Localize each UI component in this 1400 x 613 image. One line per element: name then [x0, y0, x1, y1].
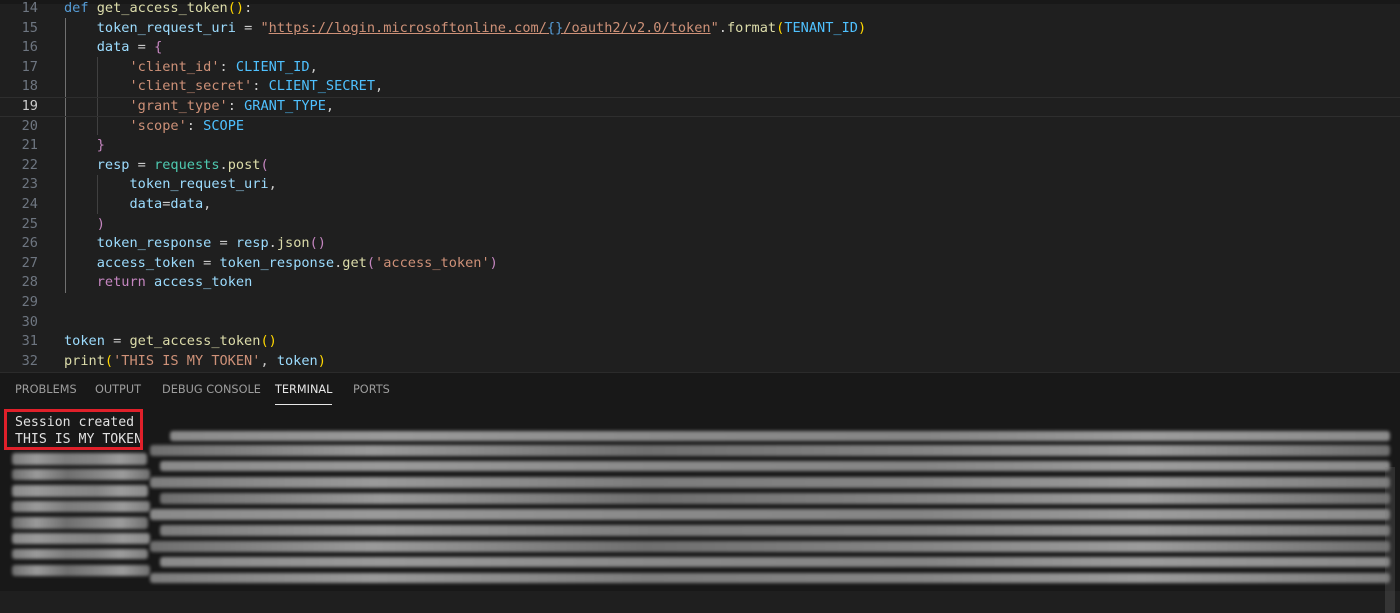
code-line[interactable]: 18 'client_secret': CLIENT_SECRET, — [0, 77, 1400, 97]
line-number: 20 — [21, 117, 38, 134]
code-text[interactable]: resp = requests.post( — [64, 156, 269, 176]
tab-debug-console[interactable]: DEBUG CONSOLE — [162, 383, 261, 396]
code-line[interactable]: 14 def get_access_token(): — [0, 0, 1400, 19]
bottom-panel: PROBLEMS OUTPUT DEBUG CONSOLE TERMINAL P… — [0, 372, 1400, 613]
redacted-text-block — [12, 517, 148, 529]
terminal-output[interactable]: Session created THIS IS MY TOKEN — [0, 409, 1400, 613]
code-line[interactable]: 20 'scope': SCOPE — [0, 117, 1400, 137]
redacted-text-block — [150, 477, 1390, 488]
code-text[interactable]: data = { — [64, 38, 163, 58]
code-line[interactable]: 23 token_request_uri, — [0, 175, 1400, 195]
line-number: 30 — [21, 313, 38, 330]
line-number: 18 — [21, 78, 38, 95]
redacted-text-block — [160, 557, 1390, 567]
code-text[interactable]: data=data, — [64, 195, 211, 215]
line-number: 22 — [21, 156, 38, 173]
redacted-text-block — [12, 565, 150, 576]
line-number: 21 — [21, 137, 38, 154]
line-number: 29 — [21, 294, 38, 310]
code-text[interactable]: token_request_uri = "https://login.micro… — [64, 19, 866, 39]
code-text[interactable]: token_response = resp.json() — [64, 234, 326, 254]
line-number: 16 — [21, 39, 38, 56]
code-text[interactable]: 'client_id': CLIENT_ID, — [64, 58, 317, 78]
code-text[interactable]: ) — [64, 215, 105, 235]
line-number: 25 — [21, 215, 38, 232]
code-text[interactable]: access_token = token_response.get('acces… — [64, 254, 498, 274]
redacted-text-block — [150, 541, 1390, 552]
terminal-scrollbar[interactable] — [1385, 467, 1395, 613]
code-line[interactable]: 25 ) — [0, 215, 1400, 235]
code-line[interactable]: 28 return access_token — [0, 273, 1400, 293]
line-number: 23 — [21, 176, 38, 193]
line-number: 14 — [21, 0, 38, 16]
code-text[interactable]: 'grant_type': GRANT_TYPE, — [64, 97, 334, 117]
code-line[interactable]: 15 token_request_uri = "https://login.mi… — [0, 19, 1400, 39]
redacted-text-block — [150, 509, 1390, 520]
line-number: 28 — [21, 274, 38, 291]
redacted-text-block — [12, 501, 150, 512]
tab-output[interactable]: OUTPUT — [95, 383, 141, 396]
code-line[interactable]: 31 token = get_access_token() — [0, 332, 1400, 352]
line-number: 32 — [21, 352, 38, 369]
line-number: 31 — [21, 333, 38, 350]
redacted-text-block — [150, 573, 1390, 583]
line-number: 26 — [21, 235, 38, 252]
code-line[interactable]: 26 token_response = resp.json() — [0, 234, 1400, 254]
tab-terminal[interactable]: TERMINAL — [275, 383, 333, 405]
tab-ports[interactable]: PORTS — [353, 383, 390, 396]
redacted-text-block — [160, 525, 1390, 536]
redacted-text-block — [12, 549, 148, 559]
redacted-text-block — [12, 453, 147, 465]
code-text[interactable]: 'client_secret': CLIENT_SECRET, — [64, 77, 383, 97]
code-line[interactable]: 22 resp = requests.post( — [0, 156, 1400, 176]
redacted-text-block — [170, 431, 1390, 441]
line-number: 27 — [21, 254, 38, 271]
panel-tabs: PROBLEMS OUTPUT DEBUG CONSOLE TERMINAL P… — [0, 373, 1400, 409]
redacted-text-block — [160, 461, 1390, 471]
code-line[interactable]: 27 access_token = token_response.get('ac… — [0, 254, 1400, 274]
code-line[interactable]: 29 — [0, 293, 1400, 313]
code-line[interactable]: 21 } — [0, 136, 1400, 156]
code-text[interactable]: print('THIS IS MY TOKEN', token) — [64, 352, 326, 372]
code-line[interactable]: 19 'grant_type': GRANT_TYPE, — [0, 97, 1400, 117]
line-number: 19 — [21, 98, 38, 114]
code-line[interactable]: 16 data = { — [0, 38, 1400, 58]
line-number: 17 — [21, 58, 38, 75]
code-text[interactable]: token = get_access_token() — [64, 332, 277, 352]
redacted-text-block — [12, 533, 150, 544]
code-text[interactable]: } — [64, 136, 105, 156]
code-text[interactable]: def get_access_token(): — [64, 0, 252, 19]
redacted-text-block — [160, 493, 1390, 504]
redacted-text-block — [150, 445, 1390, 456]
line-number: 15 — [21, 19, 38, 36]
code-editor[interactable]: 14 def get_access_token(): 15 token_reques… — [0, 0, 1400, 372]
line-number: 24 — [21, 196, 38, 212]
code-text[interactable]: token_request_uri, — [64, 175, 276, 195]
code-line[interactable]: 30 — [0, 313, 1400, 333]
code-text[interactable]: 'scope': SCOPE — [64, 117, 244, 137]
redacted-text-block — [12, 485, 148, 497]
code-text[interactable]: return access_token — [64, 273, 253, 293]
code-line[interactable]: 17 'client_id': CLIENT_ID, — [0, 58, 1400, 78]
tab-problems[interactable]: PROBLEMS — [15, 383, 77, 396]
code-line[interactable]: 32 print('THIS IS MY TOKEN', token) — [0, 352, 1400, 372]
highlight-box — [4, 409, 143, 450]
code-line[interactable]: 24 data=data, — [0, 195, 1400, 215]
redacted-text-block — [12, 469, 150, 480]
